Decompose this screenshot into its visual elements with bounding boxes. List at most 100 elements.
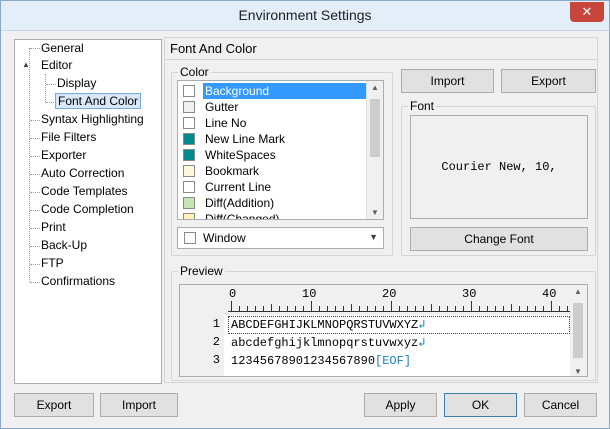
scroll-up-icon[interactable]: ▲ xyxy=(367,83,383,92)
color-item-gutter[interactable]: Gutter xyxy=(182,99,368,115)
eof-mark: [EOF] xyxy=(375,354,412,368)
color-item-label: New Line Mark xyxy=(205,132,286,146)
preview-group-title: Preview xyxy=(178,264,225,278)
ok-button[interactable]: OK xyxy=(444,393,517,417)
tree-item-label: Confirmations xyxy=(41,274,116,288)
code-line: abcdefghijklmnopqrstuvwxyz↲ xyxy=(231,335,425,351)
title-bar[interactable]: Environment Settings ✕ xyxy=(1,1,609,31)
change-font-button[interactable]: Change Font xyxy=(410,227,588,251)
color-item-label: Current Line xyxy=(205,180,272,194)
color-item-label: Diff(Changed) xyxy=(205,212,280,220)
color-item-background[interactable]: Background xyxy=(182,83,368,99)
settings-tree[interactable]: ▲ General Editor Display Font And Color … xyxy=(14,39,162,384)
color-item-label: Bookmark xyxy=(205,164,260,178)
color-item-diff-changed[interactable]: Diff(Changed) xyxy=(182,211,368,220)
tree-item-syntax-highlighting[interactable]: Syntax Highlighting xyxy=(39,111,146,128)
scroll-thumb[interactable] xyxy=(370,99,380,157)
font-sample-box: Courier New, 10, xyxy=(410,115,588,219)
newline-mark-icon: ↲ xyxy=(418,318,426,332)
code-text: 12345678901234567890 xyxy=(231,354,376,368)
preview-editor[interactable]: 0 10 20 30 40 1 2 3 ABCDEFGHIJKLMNOPQRST… xyxy=(179,284,588,377)
tree-item-label: FTP xyxy=(41,256,64,270)
tree-item-label: Editor xyxy=(41,58,73,72)
tree-item-ftp[interactable]: FTP xyxy=(39,255,66,272)
color-swatch xyxy=(183,181,195,193)
tree-item-print[interactable]: Print xyxy=(39,219,68,236)
code-text: ABCDEFGHIJKLMNOPQRSTUVWXYZ xyxy=(231,318,419,332)
tree-item-confirmations[interactable]: Confirmations xyxy=(39,273,117,290)
font-group-title: Font xyxy=(408,99,437,113)
tree-item-label: Back-Up xyxy=(41,238,88,252)
tree-item-code-templates[interactable]: Code Templates xyxy=(39,183,130,200)
color-scope-select[interactable]: Window ▼ xyxy=(177,227,384,249)
cancel-button[interactable]: Cancel xyxy=(524,393,597,417)
environment-settings-window: Environment Settings ✕ ▲ General Editor … xyxy=(0,0,610,429)
tree-item-exporter[interactable]: Exporter xyxy=(39,147,88,164)
scroll-down-icon[interactable]: ▼ xyxy=(570,367,586,376)
color-swatch xyxy=(183,117,195,129)
color-item-label: Gutter xyxy=(205,100,239,114)
color-item-new-line-mark[interactable]: New Line Mark xyxy=(182,131,368,147)
import-colors-button[interactable]: Import xyxy=(401,69,494,93)
tree-item-code-completion[interactable]: Code Completion xyxy=(39,201,136,218)
tree-item-label: Auto Correction xyxy=(41,166,125,180)
apply-button[interactable]: Apply xyxy=(364,393,437,417)
color-swatch xyxy=(183,133,195,145)
panel-header: Font And Color xyxy=(165,38,597,60)
tree-item-label: Syntax Highlighting xyxy=(41,112,144,126)
tree-item-label: Code Templates xyxy=(41,184,128,198)
font-sample-text: Courier New, 10, xyxy=(441,160,557,174)
scroll-thumb[interactable] xyxy=(573,303,583,358)
code-line: 12345678901234567890[EOF] xyxy=(231,353,411,369)
scroll-down-icon[interactable]: ▼ xyxy=(367,208,383,217)
tree-item-label: Display xyxy=(57,76,97,90)
tree-item-file-filters[interactable]: File Filters xyxy=(39,129,98,146)
tree-item-display[interactable]: Display xyxy=(55,75,98,92)
scroll-up-icon[interactable]: ▲ xyxy=(570,287,586,296)
color-item-label: WhiteSpaces xyxy=(205,148,276,162)
newline-mark-icon: ↲ xyxy=(418,336,426,350)
color-item-bookmark[interactable]: Bookmark xyxy=(182,163,368,179)
color-swatch xyxy=(183,197,195,209)
color-item-label: Diff(Addition) xyxy=(205,196,275,210)
window-title: Environment Settings xyxy=(238,7,372,23)
tree-item-label: Exporter xyxy=(41,148,87,162)
tree-item-editor[interactable]: Editor xyxy=(39,57,74,74)
tree-line xyxy=(45,74,46,102)
code-line: ABCDEFGHIJKLMNOPQRSTUVWXYZ↲ xyxy=(231,317,425,333)
tree-item-label: Code Completion xyxy=(41,202,134,216)
color-group-title: Color xyxy=(178,65,211,79)
color-list-scrollbar[interactable]: ▲ ▼ xyxy=(366,81,383,219)
collapse-icon[interactable]: ▲ xyxy=(22,60,30,69)
export-colors-button[interactable]: Export xyxy=(501,69,596,93)
color-item-label: Background xyxy=(203,83,366,99)
color-item-whitespaces[interactable]: WhiteSpaces xyxy=(182,147,368,163)
color-swatch xyxy=(183,165,195,177)
tree-item-general[interactable]: General xyxy=(39,40,86,57)
preview-scrollbar[interactable]: ▲ ▼ xyxy=(570,285,587,376)
color-swatch xyxy=(183,101,195,113)
export-settings-button[interactable]: Export xyxy=(14,393,94,417)
line-number-gutter: 1 2 3 xyxy=(180,315,224,376)
column-ruler: 0 10 20 30 40 xyxy=(180,285,572,315)
import-settings-button[interactable]: Import xyxy=(100,393,178,417)
code-text: abcdefghijklmnopqrstuvwxyz xyxy=(231,336,419,350)
color-item-diff-addition[interactable]: Diff(Addition) xyxy=(182,195,368,211)
color-item-label: Line No xyxy=(205,116,247,130)
ruler-ticks xyxy=(228,301,572,312)
line-number: 2 xyxy=(212,335,220,349)
line-number: 3 xyxy=(212,353,220,367)
tree-item-label: File Filters xyxy=(41,130,97,144)
color-element-list[interactable]: Background Gutter Line No New Line Mark … xyxy=(177,80,384,220)
line-number: 1 xyxy=(212,317,220,331)
close-button[interactable]: ✕ xyxy=(570,2,604,22)
color-item-line-no[interactable]: Line No xyxy=(182,115,368,131)
chevron-down-icon[interactable]: ▼ xyxy=(369,232,378,242)
color-item-current-line[interactable]: Current Line xyxy=(182,179,368,195)
tree-item-auto-correction[interactable]: Auto Correction xyxy=(39,165,126,182)
tree-item-font-and-color[interactable]: Font And Color xyxy=(55,93,142,110)
color-swatch xyxy=(183,213,195,219)
tree-item-back-up[interactable]: Back-Up xyxy=(39,237,89,254)
color-scope-value: Window xyxy=(203,231,246,245)
tree-item-label: Print xyxy=(41,220,66,234)
